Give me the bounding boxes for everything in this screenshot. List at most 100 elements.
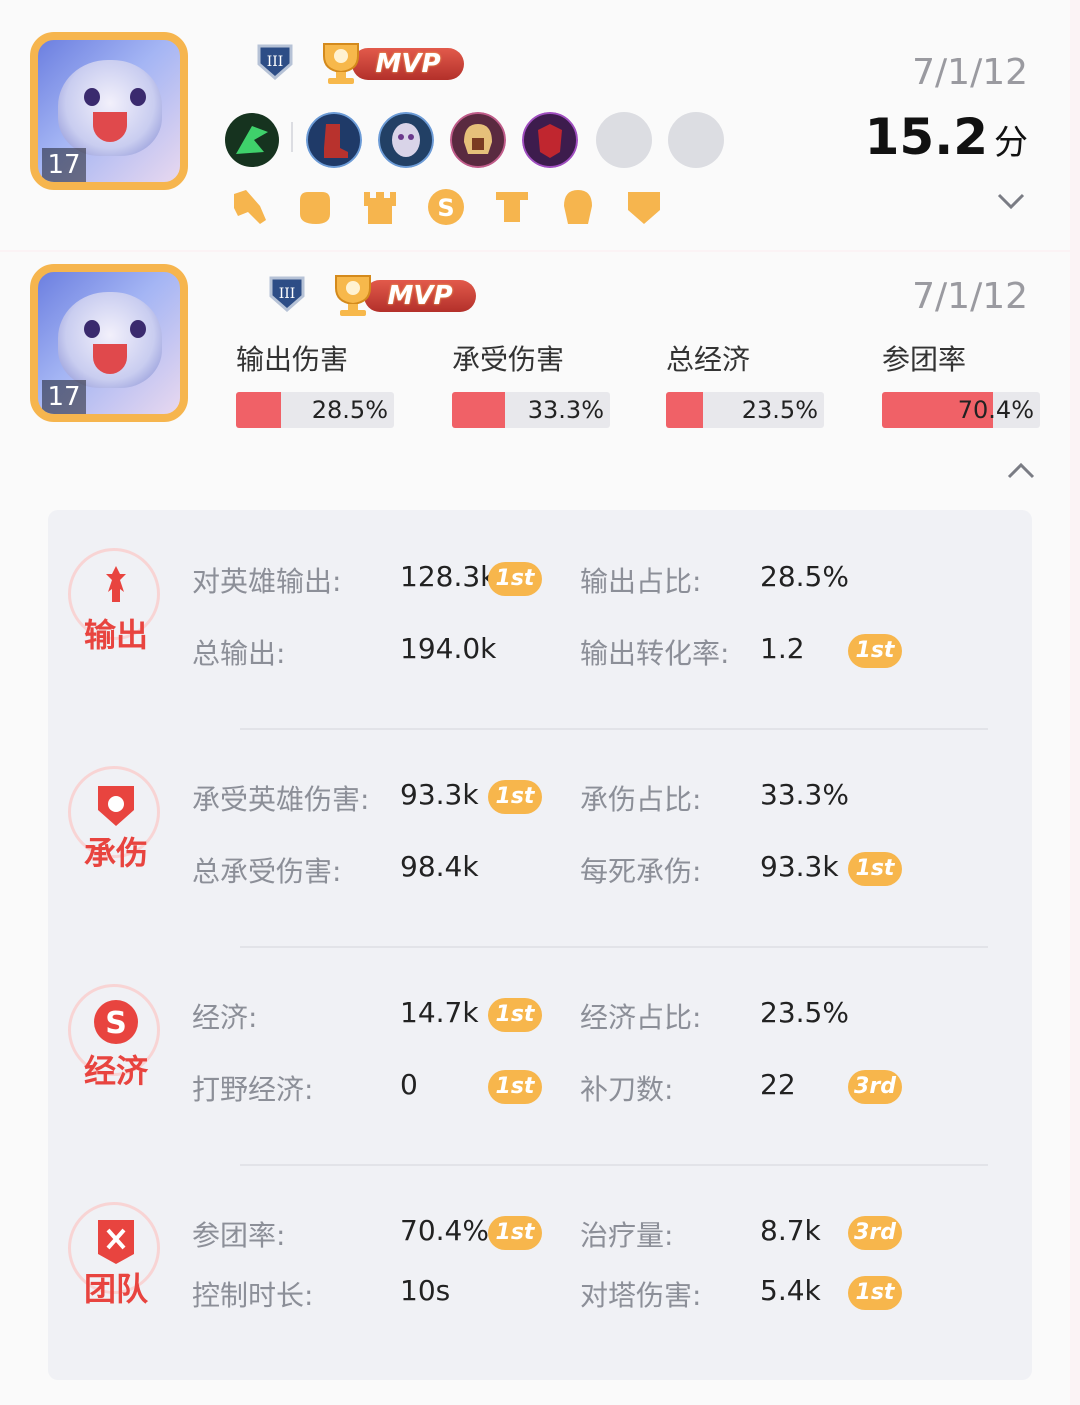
stat-value: 23.5% — [760, 996, 849, 1029]
rank-tier-icon: III — [257, 44, 293, 80]
stat-section-1: 承伤 承受英雄伤害: 93.3k 1st 承伤占比: 33.3% 总承受伤害: 98.4k 每死… — [48, 748, 1032, 966]
coin-icon: S 经济 — [68, 984, 164, 1104]
share-bar-label: 输出伤害 — [236, 343, 349, 376]
svg-text:S: S — [105, 1006, 127, 1041]
score-number: 15.2 — [864, 108, 988, 166]
chevron-up-icon[interactable] — [1006, 456, 1036, 486]
trophy-icon — [323, 43, 359, 84]
share-bar-block: 输出伤害 28.5% — [236, 340, 394, 428]
item-armor-icon[interactable] — [522, 112, 578, 168]
divider — [291, 122, 293, 152]
item-boots-icon[interactable] — [306, 112, 362, 168]
section-title: 输出 — [83, 616, 148, 654]
fist-honor-icon — [300, 192, 330, 224]
trophy-icon — [335, 275, 371, 316]
stat-label: 补刀数: — [580, 1073, 674, 1106]
team-banner-icon: 团队 — [68, 1202, 164, 1322]
stat-value: 8.7k — [760, 1214, 821, 1247]
share-bar-label: 参团率 — [882, 343, 967, 376]
rank-badge: 1st — [488, 562, 542, 596]
stat-value: 33.3% — [760, 778, 849, 811]
hero-eye — [84, 320, 100, 338]
match-summary-card[interactable]: 17 III MVP S 7/1/12 15.2 分 — [0, 0, 1070, 250]
section-divider — [240, 946, 988, 948]
share-bar-fill — [236, 392, 282, 428]
item-mask-icon[interactable] — [378, 112, 434, 168]
stat-value: 22 — [760, 1068, 796, 1101]
share-bar-fill — [452, 392, 505, 428]
sword-icon: 输出 — [68, 548, 164, 668]
stat-label: 总输出: — [192, 637, 286, 670]
section-title: 经济 — [83, 1052, 148, 1090]
rank-badge: 1st — [488, 998, 542, 1032]
hero-avatar[interactable]: 17 — [30, 32, 188, 190]
stat-label: 承伤占比: — [580, 783, 702, 816]
mvp-label: MVP — [364, 280, 476, 312]
share-bar-fill — [666, 392, 704, 428]
mvp-label: MVP — [352, 48, 464, 80]
stat-label: 经济: — [192, 1001, 258, 1034]
stat-label: 承受英雄伤害: — [192, 783, 370, 816]
stat-value: 93.3k — [400, 778, 479, 811]
item-helmet-icon[interactable] — [450, 112, 506, 168]
stat-label: 输出转化率: — [580, 637, 730, 670]
rank-badge: 3rd — [848, 1216, 902, 1250]
mvp-badge: MVP — [328, 270, 478, 320]
stat-label: 对英雄输出: — [192, 565, 342, 598]
hero-eye — [84, 88, 100, 106]
mvp-badge: MVP — [316, 38, 466, 88]
share-bar-label: 总经济 — [666, 343, 751, 376]
rank-badge: 1st — [488, 1070, 542, 1104]
chevron-down-icon[interactable] — [996, 186, 1026, 216]
share-bar-value: 70.4% — [957, 396, 1034, 424]
hero-eye — [130, 88, 146, 106]
stat-label: 经济占比: — [580, 1001, 702, 1034]
section-title: 团队 — [83, 1270, 148, 1308]
stat-section-0: 输出 对英雄输出: 128.3k 1st 输出占比: 28.5% 总输出: 194.0k 输出转… — [48, 530, 1032, 748]
gold-honor-icon: S — [428, 189, 464, 225]
share-bar: 33.3% — [452, 392, 610, 428]
share-bar-block: 参团率 70.4% — [882, 340, 1040, 428]
hero-eye — [130, 320, 146, 338]
summoner-spell-icon[interactable] — [224, 112, 280, 168]
share-bar: 28.5% — [236, 392, 394, 428]
hero-level: 17 — [42, 148, 86, 182]
stat-label: 控制时长: — [192, 1279, 314, 1312]
score-unit: 分 — [994, 123, 1028, 163]
stat-value: 5.4k — [760, 1274, 821, 1307]
damage-honor-icon — [234, 190, 266, 224]
svg-text:S: S — [437, 194, 454, 222]
stat-value: 10s — [400, 1274, 451, 1307]
svg-text:III: III — [267, 54, 284, 70]
stats-panel: 输出 对英雄输出: 128.3k 1st 输出占比: 28.5% 总输出: 194.0k 输出转… — [48, 510, 1032, 1380]
rating-score: 15.2 分 — [865, 108, 1028, 166]
share-bar-value: 33.3% — [527, 396, 604, 424]
share-bar: 70.4% — [882, 392, 1040, 428]
share-bar-block: 承受伤害 33.3% — [452, 340, 610, 428]
stat-value: 70.4% — [400, 1214, 489, 1247]
rank-badge: 1st — [848, 1276, 902, 1310]
section-divider — [240, 1164, 988, 1166]
rank-tier-icon: III — [269, 276, 305, 312]
stat-value: 0 — [400, 1068, 418, 1101]
empty-item-slot[interactable] — [668, 112, 724, 168]
rank-badge: 1st — [488, 780, 542, 814]
stat-section-2: S 经济 经济: 14.7k 1st 经济占比: 23.5% 打野经济: 0 1st 补刀数: 22 3… — [48, 966, 1032, 1184]
stat-label: 对塔伤害: — [580, 1279, 702, 1312]
kda-text: 7/1/12 — [912, 276, 1028, 317]
shield-icon: 承伤 — [68, 766, 164, 886]
stat-value: 14.7k — [400, 996, 479, 1029]
stat-label: 参团率: — [192, 1219, 286, 1252]
hero-avatar[interactable]: 17 — [30, 264, 188, 422]
stat-section-3: 团队 参团率: 70.4% 1st 治疗量: 8.7k 3rd 控制时长: 10s 对塔伤害: 5.… — [48, 1184, 1032, 1402]
empty-item-slot[interactable] — [596, 112, 652, 168]
tower-honor-icon — [364, 192, 396, 224]
stat-label: 每死承伤: — [580, 855, 702, 888]
stat-label: 打野经济: — [192, 1073, 314, 1106]
rank-badge: 1st — [848, 852, 902, 886]
rank-badge: 3rd — [848, 1070, 902, 1104]
svg-text:III: III — [279, 286, 296, 302]
share-bar-label: 承受伤害 — [452, 343, 565, 376]
share-bar: 23.5% — [666, 392, 824, 428]
helmet-honor-icon — [564, 190, 592, 224]
